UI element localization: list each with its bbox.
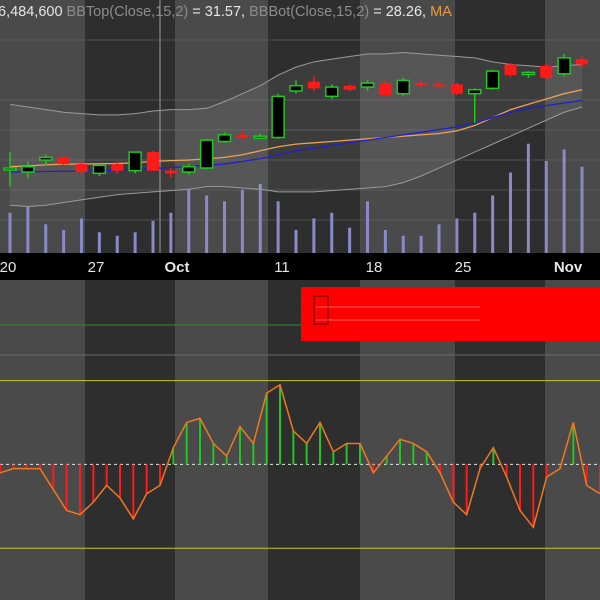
candle [199,138,214,170]
volume-bar [205,195,209,253]
candle-body [557,57,571,75]
volume-bar [258,184,262,253]
oscillator-band [0,280,85,600]
volume-bar [473,212,477,253]
candle-body [164,170,177,174]
volume-bar [62,230,66,253]
volume-bar [401,235,405,253]
oscillator-band [85,280,175,600]
volume-bar [509,172,512,253]
volume-bar [294,230,298,253]
volume-bar [8,212,12,253]
x-axis-label: 25 [455,259,472,276]
candle [271,93,285,139]
stock-chart: 20 27 Oct 11 18 25 Nov 6,484,600 BBTop(Close,1… [0,0,600,600]
price-band [545,0,600,253]
volume-bar [276,201,280,253]
volume-bar [133,232,137,253]
candle-body [433,84,445,87]
candle [450,83,463,96]
candle-body [271,95,285,139]
volume-bar [455,218,459,253]
volume-bar [312,218,316,253]
candle [540,64,553,80]
candle-body [253,135,267,139]
candle-body [504,64,517,76]
candle [504,63,517,77]
candle-body [521,71,536,76]
candle-body [111,164,124,171]
x-axis-label: 18 [366,259,383,276]
volume-bar [169,212,173,253]
volume-bar [580,166,584,253]
candle-body [379,83,392,96]
overlay-box [301,287,600,341]
candle-body [236,134,249,138]
candle [147,150,159,171]
candle-body [325,86,339,98]
candle-body [450,84,463,94]
candle [557,53,571,77]
volume-bar [544,161,548,253]
candle-body [21,165,35,173]
candle-body [57,157,70,165]
header-segment: BBBot(Close,15,2) [249,4,369,20]
x-axis-label: Oct [164,259,189,276]
x-axis-label: 20 [0,259,16,276]
header-segment: 6,484,600 [0,4,67,20]
volume-bar [562,149,566,253]
candle-body [360,82,375,88]
candle-body [468,88,482,95]
header-segment: BBTop(Close,15,2) [67,4,189,20]
volume-bar [383,230,387,253]
candle-body [576,59,588,65]
volume-bar [419,235,423,253]
candle-body [75,164,88,173]
candle-body [128,151,142,172]
volume-bar [80,218,83,253]
candle [325,84,339,99]
header-readout: 6,484,600 BBTop(Close,15,2) = 31.57, BBB… [0,4,452,20]
candle [128,151,142,174]
candle [485,69,500,90]
volume-bar [240,189,244,253]
volume-bar [437,224,441,253]
candle-body [415,83,428,86]
candle-body [343,85,356,90]
volume-bar [330,212,334,253]
candle-body [39,156,53,161]
volume-bar [491,195,495,253]
volume-bar [223,201,226,253]
candle-body [396,79,410,95]
volume-bar [44,224,48,253]
volume-bar [151,220,155,253]
volume-bar [366,201,369,253]
x-axis-label: 11 [274,259,290,276]
x-axis-label: Nov [554,259,583,276]
volume-bar [187,189,191,253]
candle-body [289,84,303,92]
chart-window: 20 27 Oct 11 18 25 Nov 6,484,600 BBTop(Close,1… [0,0,600,600]
x-axis-label: 27 [88,259,105,276]
candle-body [92,164,107,175]
candle-body [3,167,17,171]
candle-body [199,139,214,169]
header-segment: MA [430,4,452,20]
candle-body [540,65,553,78]
volume-bar [115,235,119,253]
candle-body [485,70,500,90]
volume-bar [26,207,30,253]
header-segment: = 28.26, [369,4,430,20]
candle-body [147,152,159,171]
volume-bar [348,227,352,253]
header-segment: = 31.57, [188,4,249,20]
candle [396,77,410,97]
candle-body [217,134,232,143]
volume-bar [97,232,101,253]
red-overlay-box [301,287,600,341]
volume-bar [526,143,530,253]
candle-body [307,81,320,89]
candle-body [182,165,196,173]
